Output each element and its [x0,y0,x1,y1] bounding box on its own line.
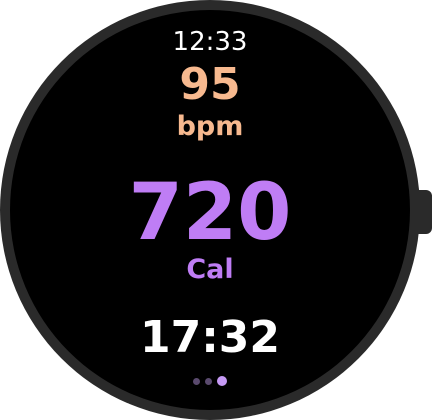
workout-duration: 17:32 [139,312,281,363]
watch-device: 12:33 95 bpm 720 Cal 17:32 [0,0,434,420]
clock-time: 12:33 [172,27,248,57]
page-dot[interactable] [205,377,212,385]
watch-screen[interactable]: 12:33 95 bpm 720 Cal 17:32 [10,10,410,410]
heart-rate-unit: bpm [176,111,244,142]
page-indicator[interactable] [10,375,410,387]
watch-crown-button[interactable] [412,190,432,234]
heart-rate-value: 95 [179,59,241,110]
calories-unit: Cal [186,254,234,285]
page-dot[interactable] [193,377,200,385]
calories-value: 720 [128,168,292,258]
page-dot-active[interactable] [217,376,227,386]
